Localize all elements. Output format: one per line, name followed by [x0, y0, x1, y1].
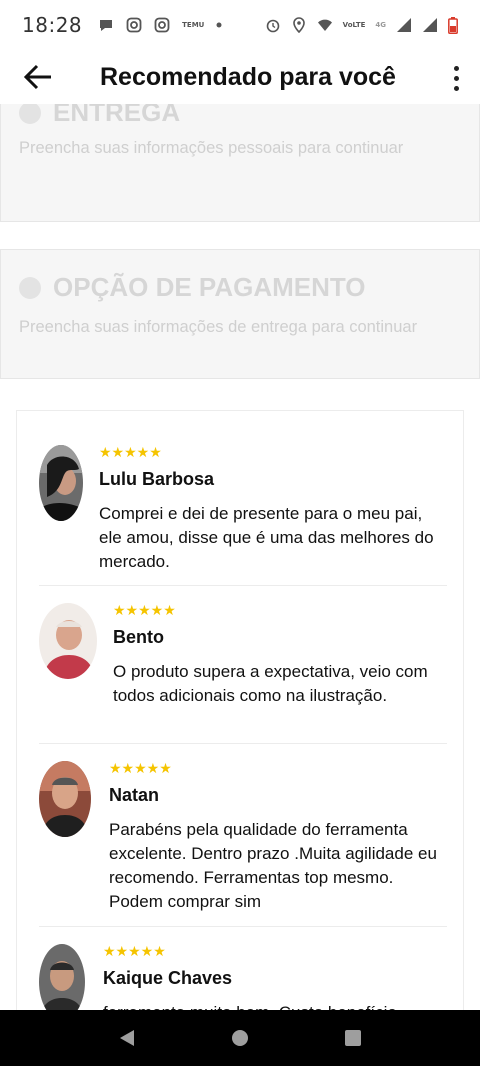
- divider: [39, 926, 447, 927]
- arrow-left-icon: [23, 64, 51, 90]
- review-item: ★★★★★ Natan Parabéns pela qualidade do f…: [39, 761, 447, 921]
- star-rating: ★★★★★: [109, 761, 172, 777]
- instagram-icon: [126, 17, 142, 33]
- review-text: ferramenta muito bom. Custo benefício: [103, 1001, 447, 1010]
- avatar: [39, 944, 85, 1010]
- nav-back-button[interactable]: [107, 1018, 147, 1058]
- more-vert-icon: [453, 65, 459, 71]
- reviews-section: ★★★★★ Lulu Barbosa Comprei e dei de pres…: [16, 410, 464, 1010]
- reviewer-name: Lulu Barbosa: [99, 469, 215, 489]
- nav-home-button[interactable]: [220, 1018, 260, 1058]
- nav-recents-button[interactable]: [333, 1018, 373, 1058]
- notification-icons: TEMU: [98, 17, 222, 33]
- square-recents-icon: [345, 1030, 362, 1046]
- review-item: ★★★★★ Bento O produto supera a expectati…: [39, 603, 447, 733]
- network-type-label: 4G: [375, 20, 386, 29]
- review-text: O produto supera a expectativa, veio com…: [113, 662, 428, 705]
- step-number-icon: [19, 276, 41, 299]
- step-card-payment: OPÇÃO DE PAGAMENTO Preencha suas informa…: [0, 249, 480, 379]
- wifi-icon: [317, 19, 332, 31]
- temu-icon: TEMU: [182, 20, 205, 29]
- avatar: [39, 761, 91, 837]
- signal-icon: [423, 18, 437, 32]
- reviewer-name: Kaique Chaves: [103, 968, 233, 988]
- volte-icon: VoLTE: [342, 20, 366, 29]
- system-icons: VoLTE 4G: [265, 16, 458, 34]
- divider: [39, 585, 447, 586]
- battery-icon: [448, 16, 458, 34]
- page-title: Recomendado para você: [100, 62, 396, 91]
- status-time: 18:28: [22, 13, 83, 37]
- review-item: ★★★★★ Lulu Barbosa Comprei e dei de pres…: [39, 445, 447, 575]
- star-rating: ★★★★★: [99, 445, 162, 461]
- triangle-back-icon: [119, 1030, 134, 1046]
- divider: [39, 743, 447, 744]
- review-text: Parabéns pela qualidade do ferramenta ex…: [109, 820, 437, 911]
- step-description: Preencha suas informações pessoais para …: [19, 139, 404, 157]
- checkout-content[interactable]: ENTREGA Preencha suas informações pessoa…: [0, 104, 480, 1010]
- star-rating: ★★★★★: [113, 603, 176, 619]
- chat-bubble-icon: [100, 20, 113, 31]
- review-item: ★★★★★ Kaique Chaves ferramenta muito bom…: [39, 944, 447, 1010]
- app-bar: Recomendado para você: [0, 50, 480, 104]
- step-title: ENTREGA: [53, 104, 181, 127]
- avatar: [39, 445, 83, 521]
- star-rating: ★★★★★: [103, 944, 166, 960]
- system-nav-bar: [0, 1010, 480, 1066]
- status-bar: 18:28 TEMU VoLTE 4G: [0, 0, 480, 50]
- reviewer-name: Bento: [113, 627, 164, 647]
- review-text: Comprei e dei de presente para o meu pai…: [99, 504, 434, 571]
- instagram-icon: [154, 17, 170, 33]
- step-number-icon: [19, 104, 41, 124]
- circle-home-icon: [231, 1030, 248, 1046]
- back-button[interactable]: [0, 50, 76, 104]
- dot-icon: [216, 22, 222, 28]
- avatar: [39, 603, 97, 679]
- step-card-delivery: ENTREGA Preencha suas informações pessoa…: [0, 104, 480, 222]
- step-title: OPÇÃO DE PAGAMENTO: [53, 272, 366, 302]
- more-options-button[interactable]: [444, 58, 468, 98]
- signal-icon: [397, 18, 411, 32]
- location-icon: [292, 17, 305, 33]
- step-description: Preencha suas informações de entrega par…: [19, 318, 418, 336]
- reviewer-name: Natan: [109, 785, 160, 805]
- alarm-icon: [266, 19, 279, 33]
